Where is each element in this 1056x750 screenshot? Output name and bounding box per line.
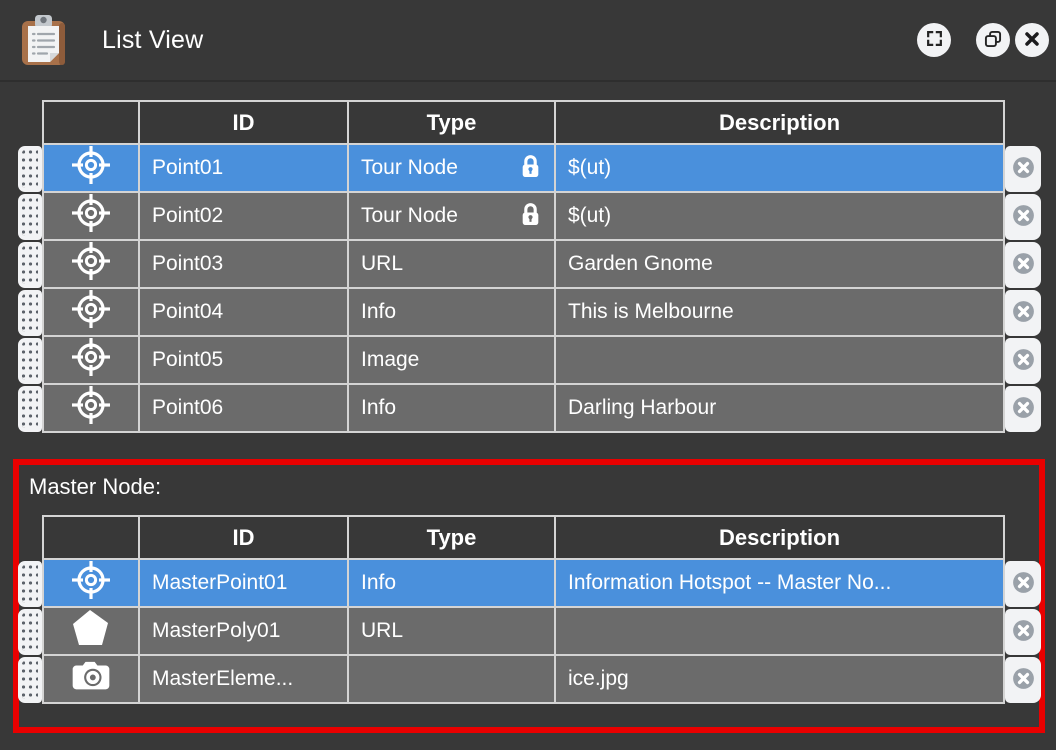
cell-id[interactable]: Point06 — [140, 385, 349, 433]
clipboard-icon — [14, 11, 72, 69]
table-row: MasterPoly01 URL — [18, 608, 1041, 656]
master-node-section: Master Node: ID Type Description MasterP… — [13, 459, 1045, 733]
cell-type[interactable]: Info — [349, 385, 556, 433]
header-description: Description — [556, 515, 1005, 560]
cell-type[interactable]: URL — [349, 608, 556, 656]
cell-type[interactable]: Image — [349, 337, 556, 385]
circle-x-icon — [1010, 394, 1037, 424]
drag-handle[interactable] — [18, 146, 42, 192]
circle-x-icon — [1010, 250, 1037, 280]
header-id: ID — [140, 515, 349, 560]
drag-handle[interactable] — [18, 194, 42, 240]
drag-handle[interactable] — [18, 657, 42, 703]
cell-description[interactable]: Darling Harbour — [556, 385, 1005, 433]
circle-x-icon — [1010, 298, 1037, 328]
delete-row-button[interactable] — [1005, 242, 1041, 288]
cell-id[interactable]: MasterPoint01 — [140, 560, 349, 608]
cell-id[interactable]: Point05 — [140, 337, 349, 385]
point-hotspot-icon — [69, 193, 113, 241]
cell-id[interactable]: MasterEleme... — [140, 656, 349, 704]
cell-type[interactable]: Info — [349, 289, 556, 337]
table-row: Point01 Tour Node $(ut) — [18, 145, 1041, 193]
cell-type: Tour Node — [361, 156, 458, 180]
cell-type[interactable]: URL — [349, 241, 556, 289]
lock-icon — [519, 153, 542, 184]
table-header-row: ID Type Description — [42, 100, 1041, 145]
drag-handle[interactable] — [18, 386, 42, 432]
point-hotspot-icon — [69, 145, 113, 193]
table-row: Point05 Image — [18, 337, 1041, 385]
cell-id[interactable]: Point03 — [140, 241, 349, 289]
circle-x-icon — [1010, 569, 1037, 599]
cell-type[interactable] — [349, 656, 556, 704]
delete-row-button[interactable] — [1005, 338, 1041, 384]
overlapping-windows-icon — [983, 29, 1003, 52]
cell-description[interactable] — [556, 608, 1005, 656]
cell-id[interactable]: Point04 — [140, 289, 349, 337]
master-node-label: Master Node: — [29, 474, 161, 500]
close-button[interactable] — [1015, 23, 1049, 57]
titlebar-divider — [0, 80, 1056, 82]
cell-id[interactable]: MasterPoly01 — [140, 608, 349, 656]
delete-row-button[interactable] — [1005, 290, 1041, 336]
cell-id[interactable]: Point01 — [140, 145, 349, 193]
table-row: Point04 Info This is Melbourne — [18, 289, 1041, 337]
delete-row-button[interactable] — [1005, 609, 1041, 655]
table-header-row: ID Type Description — [42, 515, 1041, 560]
delete-row-button[interactable] — [1005, 386, 1041, 432]
close-icon — [1022, 29, 1042, 52]
cell-type: Tour Node — [361, 204, 458, 228]
circle-x-icon — [1010, 154, 1037, 184]
circle-x-icon — [1010, 617, 1037, 647]
fullscreen-button[interactable] — [917, 23, 951, 57]
polygon-hotspot-icon — [69, 608, 113, 656]
window-title: List View — [102, 26, 203, 55]
titlebar: List View — [0, 0, 1056, 80]
point-hotspot-icon — [69, 337, 113, 385]
header-description: Description — [556, 100, 1005, 145]
window-controls — [917, 23, 1049, 57]
cell-id[interactable]: Point02 — [140, 193, 349, 241]
delete-row-button[interactable] — [1005, 561, 1041, 607]
table-row: MasterEleme... ice.jpg — [18, 656, 1041, 704]
master-node-table: ID Type Description MasterPoint01 Info I… — [18, 515, 1041, 704]
header-type: Type — [349, 515, 556, 560]
fullscreen-icon — [925, 29, 944, 51]
delete-row-button[interactable] — [1005, 194, 1041, 240]
delete-row-button[interactable] — [1005, 657, 1041, 703]
point-hotspot-icon — [69, 560, 113, 608]
camera-icon — [69, 658, 113, 701]
delete-row-button[interactable] — [1005, 146, 1041, 192]
lock-icon — [519, 201, 542, 232]
table-row: MasterPoint01 Info Information Hotspot -… — [18, 560, 1041, 608]
header-icon-column — [44, 515, 140, 560]
table-row: Point02 Tour Node $(ut) — [18, 193, 1041, 241]
drag-handle[interactable] — [18, 338, 42, 384]
node-list-table: ID Type Description Point01 Tour Node $(… — [18, 100, 1041, 433]
point-hotspot-icon — [69, 385, 113, 433]
drag-handle[interactable] — [18, 609, 42, 655]
drag-handle[interactable] — [18, 290, 42, 336]
cell-type[interactable]: Info — [349, 560, 556, 608]
circle-x-icon — [1010, 202, 1037, 232]
table-row: Point06 Info Darling Harbour — [18, 385, 1041, 433]
float-window-button[interactable] — [976, 23, 1010, 57]
table-row: Point03 URL Garden Gnome — [18, 241, 1041, 289]
point-hotspot-icon — [69, 289, 113, 337]
drag-handle[interactable] — [18, 242, 42, 288]
drag-handle[interactable] — [18, 561, 42, 607]
header-type: Type — [349, 100, 556, 145]
cell-description[interactable] — [556, 337, 1005, 385]
cell-description[interactable]: This is Melbourne — [556, 289, 1005, 337]
header-id: ID — [140, 100, 349, 145]
cell-description[interactable]: Garden Gnome — [556, 241, 1005, 289]
cell-description[interactable]: $(ut) — [556, 145, 1005, 193]
header-icon-column — [44, 100, 140, 145]
cell-description[interactable]: $(ut) — [556, 193, 1005, 241]
cell-description[interactable]: ice.jpg — [556, 656, 1005, 704]
circle-x-icon — [1010, 665, 1037, 695]
circle-x-icon — [1010, 346, 1037, 376]
cell-description[interactable]: Information Hotspot -- Master No... — [556, 560, 1005, 608]
point-hotspot-icon — [69, 241, 113, 289]
